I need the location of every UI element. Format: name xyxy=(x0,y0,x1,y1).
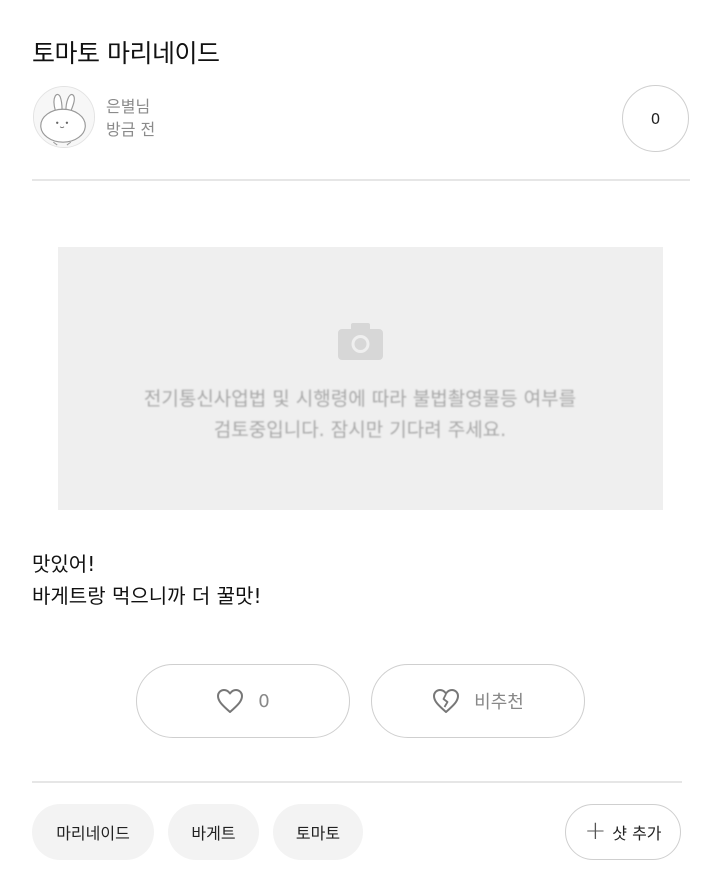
tag-chip[interactable]: 마리네이드 xyxy=(32,804,154,860)
content-line-1: 맛있어! xyxy=(32,552,96,576)
heart-outline-icon xyxy=(217,689,244,713)
footer-divider xyxy=(32,781,682,783)
post-timestamp: 방금 전 xyxy=(106,120,156,139)
notice-line-2: 검토중입니다. 잠시만 기다려 주세요. xyxy=(213,419,507,441)
add-tag-button[interactable]: + 샷 추가 xyxy=(565,804,681,860)
content-line-2: 바게트랑 먹으니까 더 꿀맛! xyxy=(32,584,262,608)
like-button[interactable]: 0 xyxy=(136,664,350,738)
add-tag-label: 샷 추가 xyxy=(612,824,662,843)
author-avatar[interactable] xyxy=(33,86,95,148)
plus-icon: + xyxy=(584,816,607,846)
tag-chip[interactable]: 바게트 xyxy=(168,804,259,860)
tag-chip[interactable]: 토마토 xyxy=(273,804,363,860)
image-review-notice: 전기통신사업법 및 시행령에 따라 불법촬영물등 여부를 검토중입니다. 잠시만… xyxy=(110,384,610,446)
rabbit-avatar-icon xyxy=(33,86,95,148)
camera-icon xyxy=(338,323,383,360)
comment-count-button[interactable]: 0 xyxy=(622,85,689,152)
dislike-label: 비추천 xyxy=(474,692,524,713)
dislike-button[interactable]: 비추천 xyxy=(371,664,585,738)
post-title: 토마토 마리네이드 xyxy=(32,39,220,68)
post-content: 맛있어! 바게트랑 먹으니까 더 꿀맛! xyxy=(32,548,262,612)
header-divider xyxy=(32,179,690,181)
author-name[interactable]: 은별님 xyxy=(106,93,150,117)
like-count: 0 xyxy=(258,690,270,712)
broken-heart-icon xyxy=(433,689,460,713)
image-placeholder xyxy=(58,247,663,510)
notice-line-1: 전기통신사업법 및 시행령에 따라 불법촬영물등 여부를 xyxy=(143,388,577,410)
